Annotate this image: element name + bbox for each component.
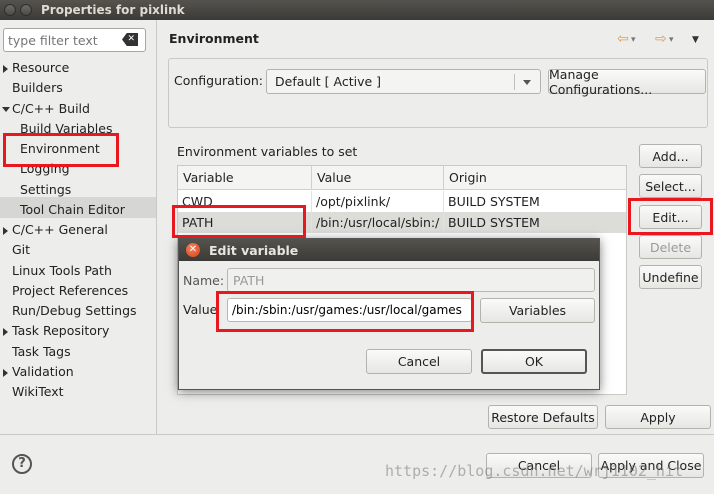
tree-item-label: Task Repository (12, 323, 110, 339)
tree-item[interactable]: Task Repository (3, 321, 110, 341)
watermark: https://blog.csdn.net/wrj1102_hit (385, 462, 684, 480)
cell-origin: BUILD SYSTEM (448, 194, 540, 209)
clear-filter-icon[interactable]: ✕ (122, 33, 138, 46)
add-button[interactable]: Add... (639, 144, 702, 168)
tree-item[interactable]: Git (12, 240, 30, 260)
view-menu-icon[interactable]: ▼ (692, 35, 699, 45)
configuration-label: Configuration: (174, 73, 263, 88)
tree-item-label: Run/Debug Settings (12, 303, 137, 318)
tree-item-label: C/C++ Build (12, 100, 90, 116)
preference-tree: Resource Builders C/C++ Build Build Variabl… (0, 58, 156, 434)
tree-item-label: Builders (12, 80, 63, 96)
highlight-box-edit (628, 198, 713, 235)
tree-item[interactable]: WikiText (12, 382, 64, 402)
tree-item[interactable]: Validation (3, 362, 74, 382)
value-label: Value (183, 302, 218, 317)
manage-configurations-button[interactable]: Manage Configurations... (548, 67, 706, 97)
apply-button[interactable]: Apply (605, 405, 711, 429)
minimize-window-icon[interactable] (20, 4, 32, 16)
cell-origin: BUILD SYSTEM (448, 215, 540, 230)
dialog-ok-button[interactable]: OK (481, 349, 587, 374)
undefine-button[interactable]: Undefine (639, 265, 702, 289)
restore-defaults-button[interactable]: Restore Defaults (488, 405, 598, 429)
divider (156, 20, 157, 434)
window-title-bar[interactable]: Properties for pixlink (0, 0, 714, 20)
tree-item[interactable]: Resource (3, 58, 70, 78)
tree-item-label: Project References (12, 282, 129, 298)
tree-item-label: WikiText (12, 384, 64, 399)
expanded-arrow-icon[interactable] (2, 106, 10, 112)
combo-separator (514, 74, 515, 90)
dialog-title: Edit variable (209, 243, 299, 258)
collapsed-arrow-icon[interactable] (3, 368, 8, 377)
tree-item[interactable]: Tool Chain Editor (20, 200, 125, 220)
window-title: Properties for pixlink (41, 3, 185, 17)
column-header-variable[interactable]: Variable (178, 166, 312, 190)
forward-arrow-icon[interactable]: ⇨ (655, 31, 667, 47)
highlight-box-path (172, 205, 306, 238)
variables-button[interactable]: Variables (480, 298, 595, 323)
tree-item[interactable]: C/C++ Build (2, 99, 90, 119)
tree-item[interactable]: Linux Tools Path (12, 261, 112, 281)
close-dialog-icon[interactable]: ✕ (186, 243, 200, 257)
name-label: Name: (183, 273, 225, 288)
tree-item-label: Linux Tools Path (12, 262, 112, 278)
delete-button[interactable]: Delete (639, 235, 702, 259)
configuration-select[interactable]: Default [ Active ] (266, 69, 541, 94)
tree-item[interactable]: Builders (12, 78, 63, 98)
forward-dropdown-icon[interactable]: ▾ (669, 35, 674, 45)
tree-item[interactable]: C/C++ General (3, 220, 108, 240)
cell-value: /bin:/usr/local/sbin:/ (312, 212, 444, 233)
tree-item[interactable]: Run/Debug Settings (12, 301, 137, 321)
collapsed-arrow-icon[interactable] (3, 65, 8, 73)
configuration-value: Default [ Active ] (275, 74, 382, 89)
env-variables-label: Environment variables to set (177, 144, 358, 159)
dialog-title-bar[interactable]: ✕ Edit variable (179, 239, 599, 261)
back-arrow-icon[interactable]: ⇦ (617, 31, 629, 47)
filter-field[interactable]: ✕ (3, 28, 146, 52)
tree-item-label: Tool Chain Editor (20, 201, 125, 217)
close-window-icon[interactable] (4, 4, 16, 16)
tree-item[interactable]: Project References (12, 281, 128, 301)
name-input[interactable] (228, 269, 594, 291)
tree-item-label: Task Tags (12, 343, 71, 359)
dialog-cancel-button[interactable]: Cancel (366, 349, 472, 374)
help-icon[interactable]: ? (12, 454, 32, 474)
tree-item-label: C/C++ General (12, 222, 108, 237)
tree-item-label: Settings (20, 181, 72, 197)
select-button[interactable]: Select... (639, 174, 702, 198)
chevron-down-icon[interactable] (523, 80, 531, 85)
tree-item-label: Git (12, 242, 31, 258)
collapsed-arrow-icon[interactable] (3, 328, 8, 337)
tree-item[interactable]: Settings (20, 180, 71, 200)
name-field[interactable] (227, 268, 595, 292)
highlight-box-value (216, 291, 474, 332)
page-title: Environment (169, 31, 259, 46)
cell-value: /opt/pixlink/ (312, 191, 444, 212)
tree-item[interactable]: Task Tags (12, 342, 71, 362)
tree-item-label: Resource (12, 60, 70, 75)
back-dropdown-icon[interactable]: ▾ (631, 35, 636, 45)
column-header-value[interactable]: Value (312, 166, 444, 190)
column-header-origin[interactable]: Origin (444, 166, 626, 190)
filter-input[interactable] (8, 30, 118, 50)
highlight-box-environment (3, 133, 119, 167)
collapsed-arrow-icon[interactable] (3, 227, 8, 235)
footer-divider (0, 434, 714, 435)
tree-item-label: Validation (12, 363, 74, 379)
